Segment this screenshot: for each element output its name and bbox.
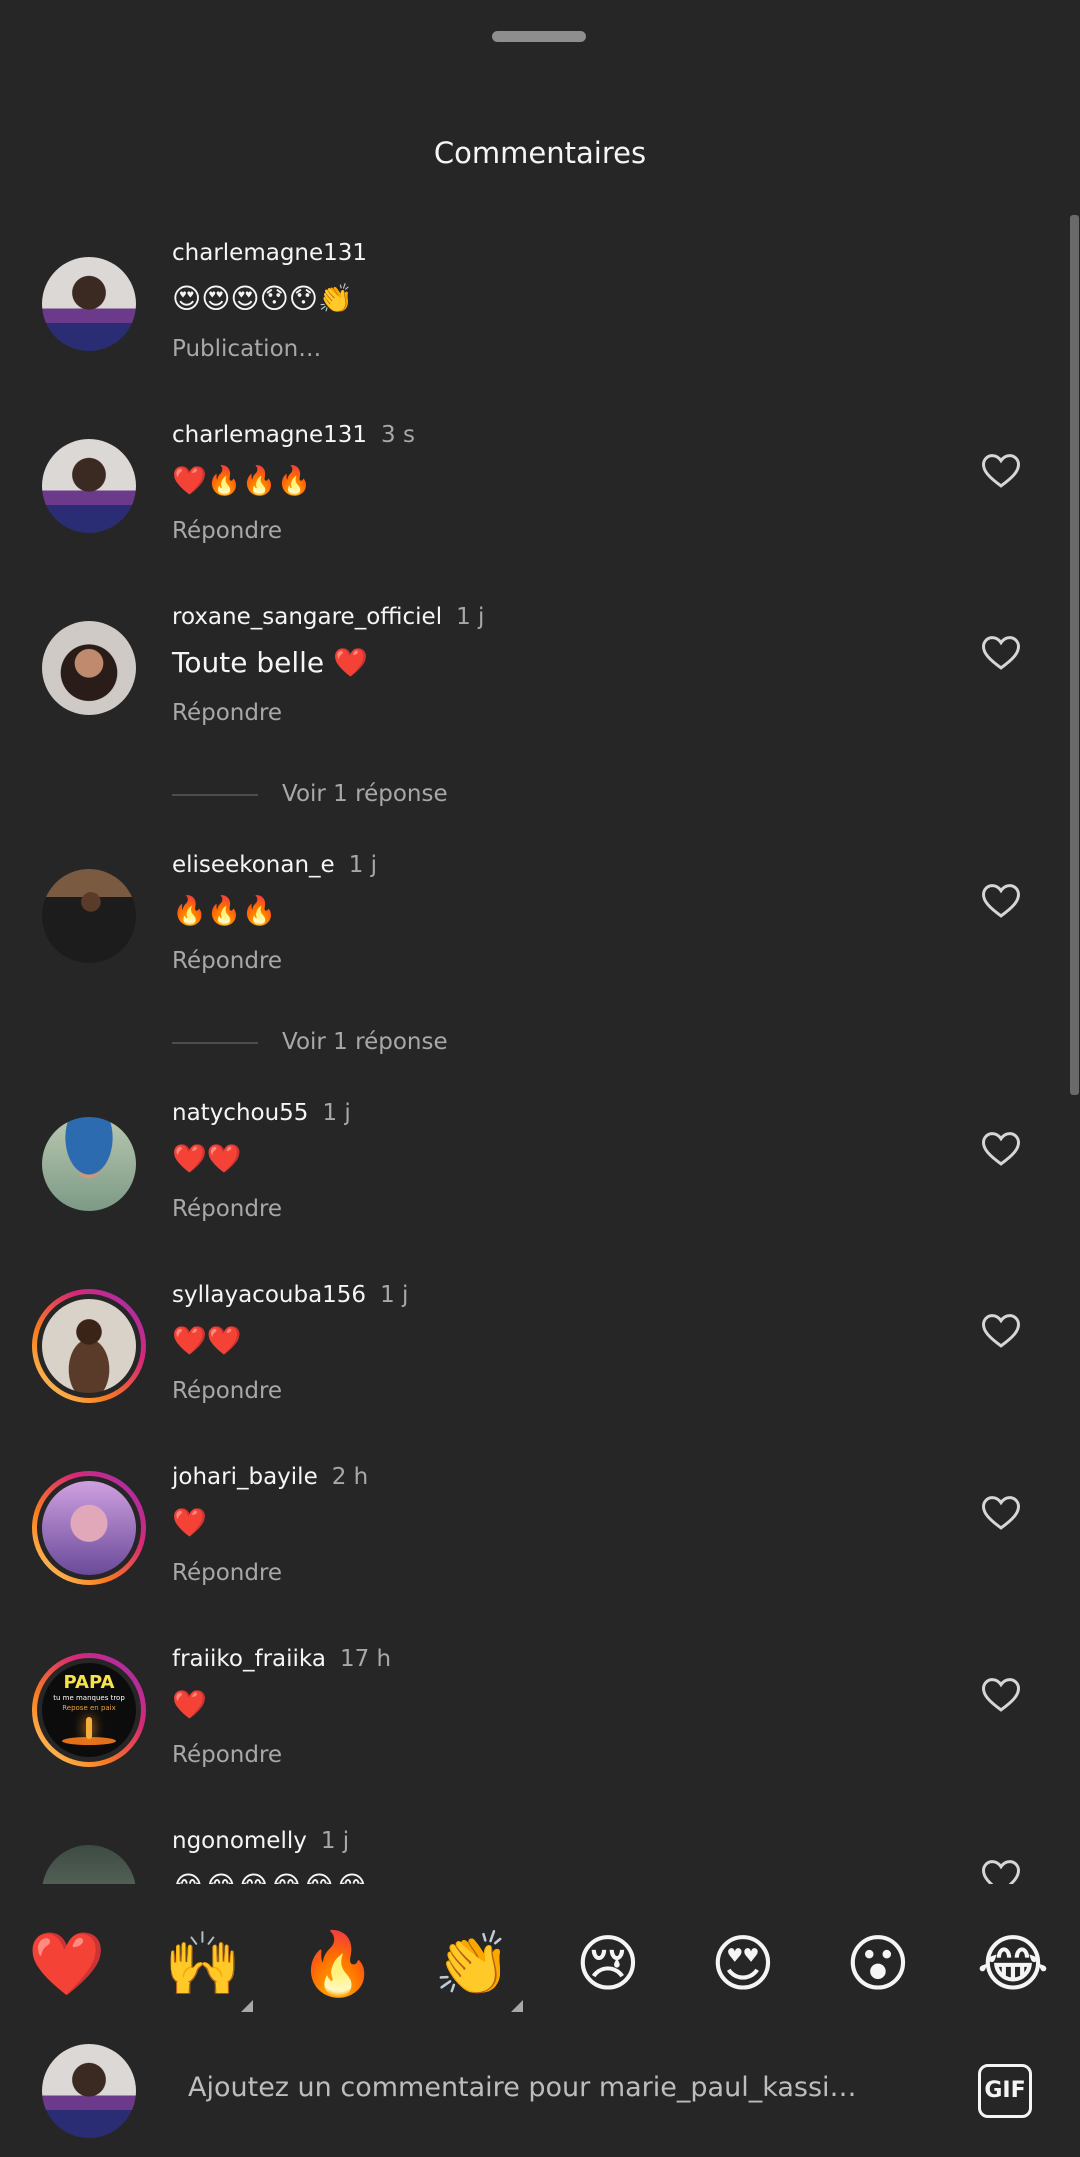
comment-username[interactable]: syllayacouba156 [172, 1282, 366, 1308]
comment-text: 🔥🔥🔥 [172, 894, 277, 927]
avatar[interactable] [42, 869, 136, 963]
reply-button[interactable]: Répondre [172, 700, 282, 726]
heart-outline-icon[interactable] [980, 1674, 1022, 1716]
comment-composer: Ajoutez un commentaire pour marie_paul_k… [0, 2034, 1080, 2157]
comment-text: ❤️ [172, 1506, 207, 1539]
avatar-caption: tu me manques trop [53, 1694, 125, 1702]
reaction-surprised[interactable]: 😮 [838, 1924, 918, 2004]
composer-avatar [42, 2044, 136, 2138]
comment-time: 1 j [322, 1100, 351, 1126]
reply-button[interactable]: Répondre [172, 1560, 282, 1586]
reaction-fire[interactable]: 🔥 [298, 1924, 378, 2004]
comment-time: 3 s [381, 422, 415, 448]
reaction-heart[interactable]: ❤️ [27, 1924, 107, 2004]
comment-meta: syllayacouba156 1 j [172, 1282, 408, 1308]
reaction-raising-hands-emoji: 🙌 [164, 1927, 242, 2000]
gif-icon[interactable]: GIF [978, 2064, 1032, 2118]
comment-username[interactable]: johari_bayile [172, 1464, 318, 1490]
comment-username[interactable]: fraiiko_fraiika [172, 1646, 326, 1672]
comment-username[interactable]: charlemagne131 [172, 240, 367, 266]
comment-text: 😍😍😍😯😯👏 [172, 282, 353, 315]
reply-button[interactable]: Répondre [172, 1742, 282, 1768]
comment-meta: ngonomelly 1 j [172, 1828, 349, 1854]
avatar: PAPA tu me manques trop Repose en paix [42, 1663, 136, 1757]
skin-tone-indicator [511, 2000, 523, 2012]
comment-text: ❤️❤️ [172, 1324, 242, 1357]
avatar-ring-gap [37, 1476, 141, 1580]
story-ring-avatar[interactable]: PAPA tu me manques trop Repose en paix [32, 1653, 146, 1767]
view-replies-button[interactable]: Voir 1 réponse [172, 781, 448, 807]
avatar[interactable] [42, 1117, 136, 1211]
avatar [42, 1299, 136, 1393]
comment-username[interactable]: ngonomelly [172, 1828, 307, 1854]
comment-username[interactable]: roxane_sangare_officiel [172, 604, 442, 630]
view-replies-label: Voir 1 réponse [282, 1029, 448, 1055]
comment-meta: charlemagne131 [172, 240, 367, 266]
story-ring-avatar[interactable] [32, 1289, 146, 1403]
heart-outline-icon[interactable] [980, 1492, 1022, 1534]
comment-time: 1 j [456, 604, 485, 630]
comment-username[interactable]: eliseekonan_e [172, 852, 335, 878]
comment-text: 😂😂😂😂😂😂 [172, 1870, 368, 1884]
heart-outline-icon[interactable] [980, 450, 1022, 492]
comment-meta: charlemagne131 3 s [172, 422, 415, 448]
heart-outline-icon[interactable] [980, 1856, 1022, 1884]
comment-meta: natychou55 1 j [172, 1100, 351, 1126]
candle-flame [86, 1717, 92, 1739]
replies-divider [172, 793, 258, 796]
avatar-caption: PAPA [63, 1672, 115, 1693]
heart-outline-icon[interactable] [980, 880, 1022, 922]
avatar[interactable] [42, 257, 136, 351]
story-ring-avatar[interactable] [32, 1471, 146, 1585]
comment-username[interactable]: charlemagne131 [172, 422, 367, 448]
avatar-ring-gap [37, 1294, 141, 1398]
comments-sheet: Commentaires charlemagne131 😍😍😍😯😯👏 Publi… [0, 0, 1080, 2157]
reply-button[interactable]: Répondre [172, 1378, 282, 1404]
view-replies-button[interactable]: Voir 1 réponse [172, 1029, 448, 1055]
reaction-clap[interactable]: 👏 [433, 1924, 523, 2012]
heart-outline-icon[interactable] [980, 632, 1022, 674]
heart-outline-icon[interactable] [980, 1310, 1022, 1352]
comment-time: 1 j [380, 1282, 409, 1308]
reaction-raising-hands[interactable]: 🙌 [163, 1924, 253, 2012]
reaction-clap-emoji: 👏 [434, 1927, 512, 2000]
heart-outline-icon[interactable] [980, 1128, 1022, 1170]
comment-meta: eliseekonan_e 1 j [172, 852, 377, 878]
avatar[interactable] [42, 439, 136, 533]
comment-time: 1 j [348, 852, 378, 878]
scrollbar[interactable] [1070, 215, 1079, 1095]
avatar-ring-gap: PAPA tu me manques trop Repose en paix [37, 1658, 141, 1762]
avatar[interactable] [42, 1845, 136, 1884]
comment-meta: roxane_sangare_officiel 1 j [172, 604, 484, 630]
reaction-heart-eyes[interactable]: 😍 [703, 1924, 783, 2004]
avatar[interactable] [42, 621, 136, 715]
avatar [42, 1481, 136, 1575]
comment-text: Toute belle ❤️ [172, 646, 368, 679]
comment-text: ❤️🔥🔥🔥 [172, 464, 312, 497]
replies-divider [172, 1041, 258, 1044]
comments-list[interactable]: charlemagne131 😍😍😍😯😯👏 Publication… charl… [0, 0, 1080, 1884]
comment-meta: fraiiko_fraiika 17 h [172, 1646, 391, 1672]
reaction-laughing[interactable]: 😂 [973, 1924, 1053, 2004]
avatar-caption: Repose en paix [62, 1704, 116, 1712]
posting-status: Publication… [172, 336, 322, 362]
comment-input[interactable]: Ajoutez un commentaire pour marie_paul_k… [188, 2072, 857, 2103]
comment-meta: johari_bayile 2 h [172, 1464, 368, 1490]
comment-time: 2 h [331, 1464, 369, 1490]
comment-time: 1 j [320, 1828, 350, 1854]
quick-reactions-bar: ❤️ 🙌 🔥 👏 😢 😍 😮 😂 [0, 1884, 1080, 2034]
view-replies-label: Voir 1 réponse [282, 781, 448, 807]
reply-button[interactable]: Répondre [172, 948, 282, 974]
comment-text: ❤️ [172, 1688, 207, 1721]
comment-username[interactable]: natychou55 [172, 1100, 308, 1126]
comment-time: 17 h [339, 1646, 392, 1672]
reply-button[interactable]: Répondre [172, 1196, 282, 1222]
comment-text: ❤️❤️ [172, 1142, 242, 1175]
reaction-crying[interactable]: 😢 [568, 1924, 648, 2004]
reply-button[interactable]: Répondre [172, 518, 282, 544]
skin-tone-indicator [241, 2000, 253, 2012]
